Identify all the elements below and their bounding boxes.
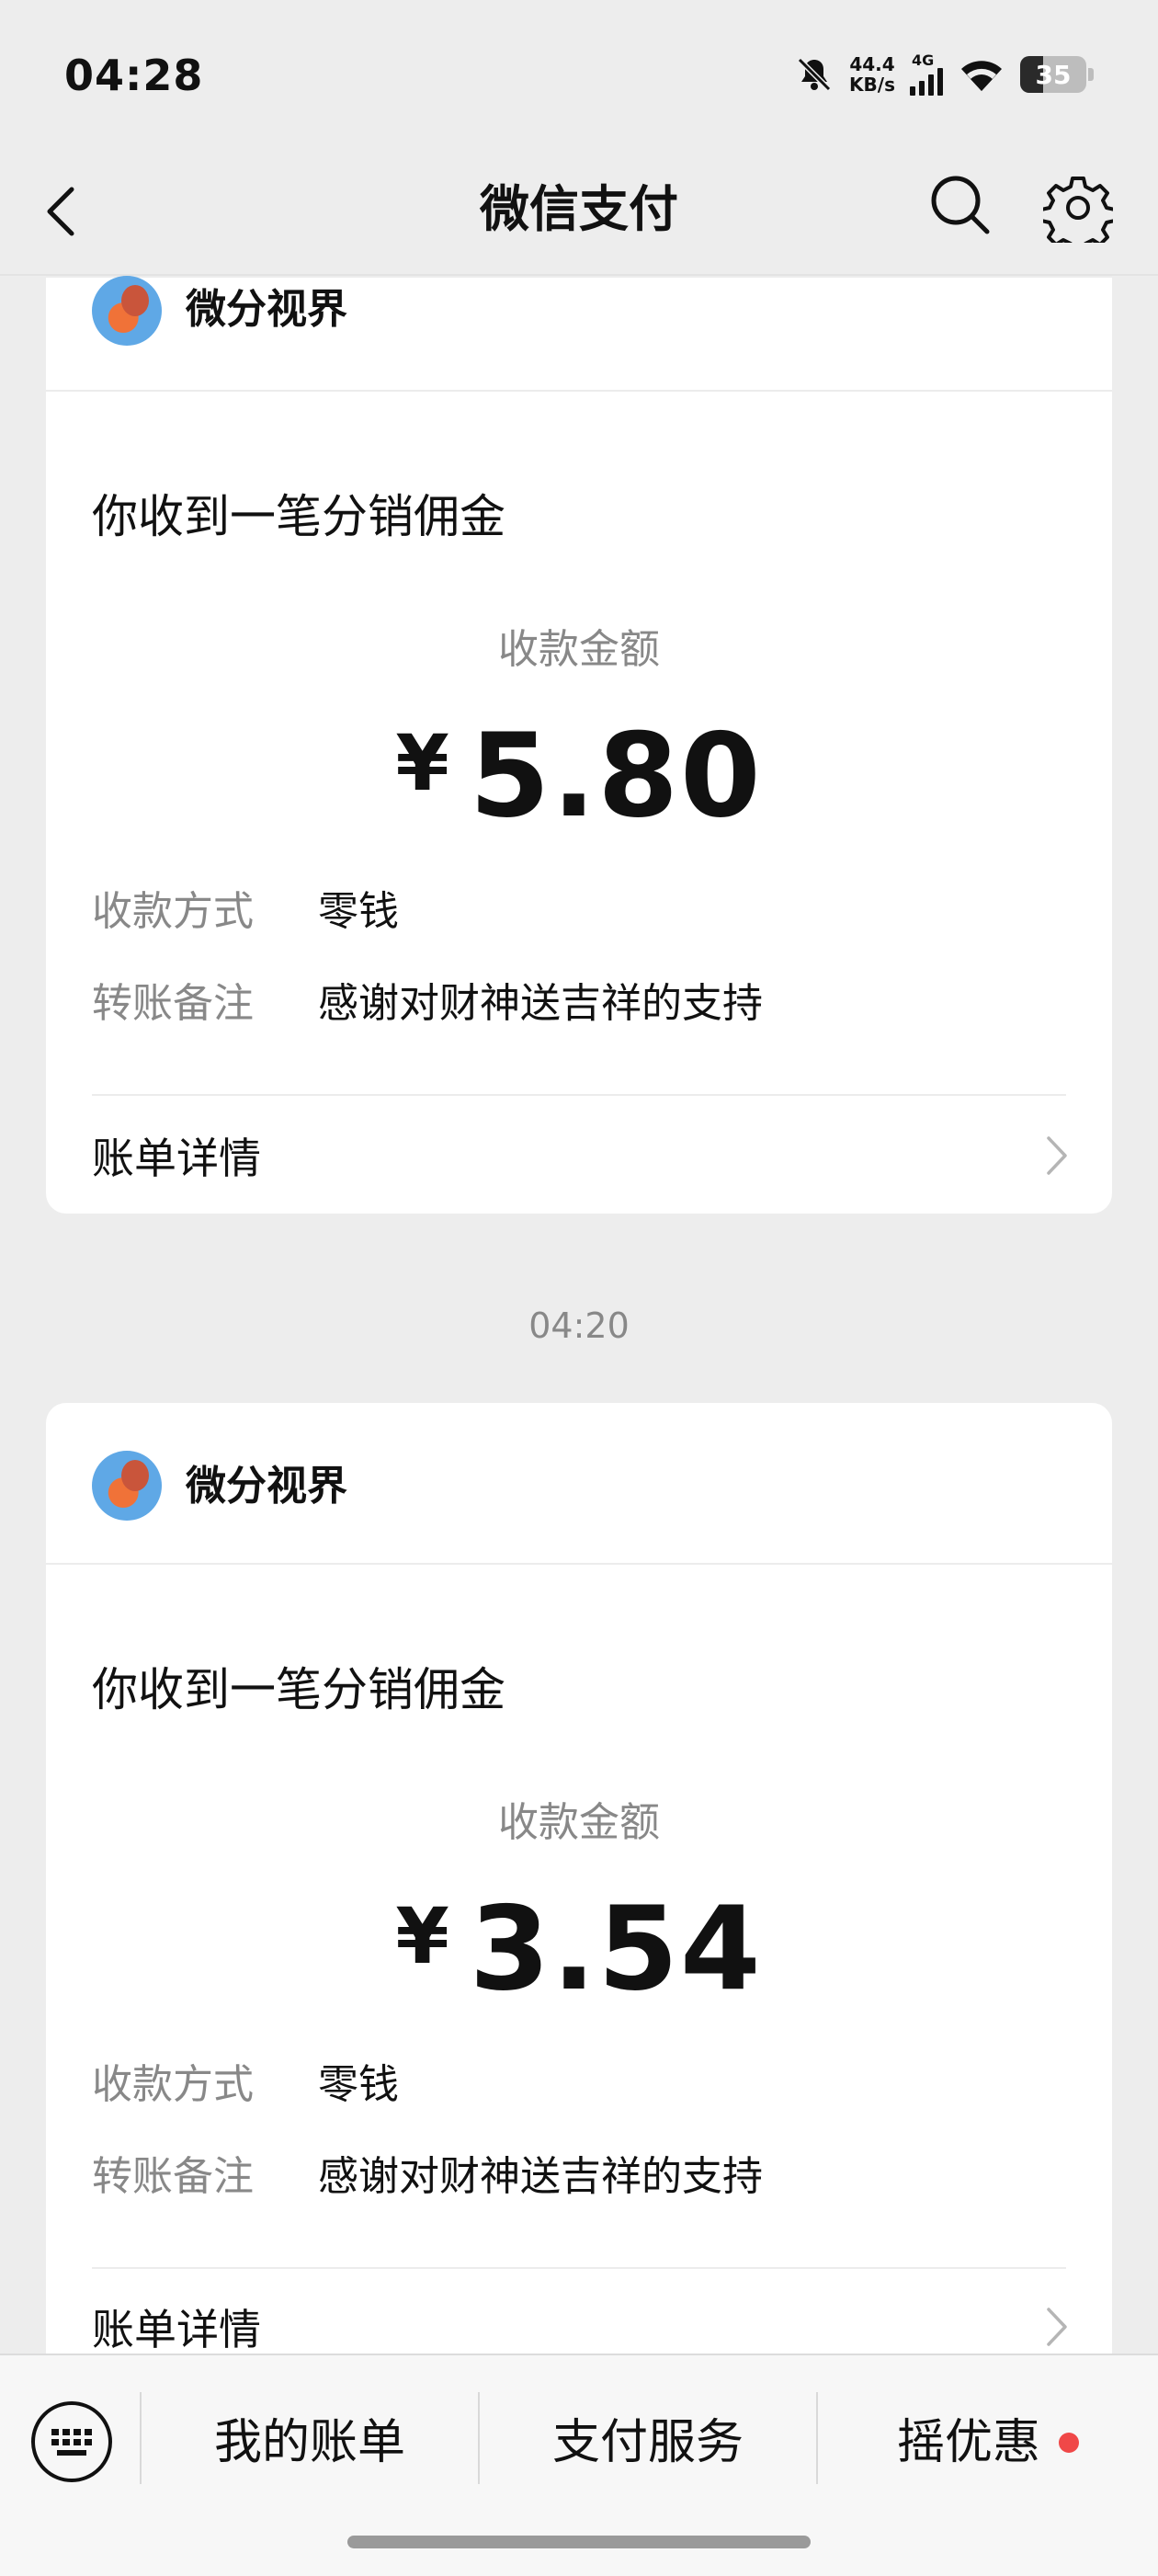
search-icon[interactable] — [928, 173, 993, 237]
transfer-note-value: 感谢对财神送吉祥的支持 — [318, 2153, 763, 2200]
transaction-card: 微分视界 你收到一笔分销佣金 收款金额 ¥3.54 收款方式 零钱 转账备注 感… — [46, 1403, 1112, 2359]
card-title: 你收到一笔分销佣金 — [92, 1663, 505, 1716]
payment-method-label: 收款方式 — [92, 888, 254, 935]
amount-value: 5.80 — [469, 708, 763, 843]
status-bar: 04:28 44.4 KB/s 4G 35 — [0, 0, 1158, 147]
message-timestamp: 04:20 — [528, 1305, 630, 1346]
battery-cap — [1088, 68, 1094, 81]
card-title: 你收到一笔分销佣金 — [92, 490, 505, 543]
menu-payment-services[interactable]: 支付服务 — [480, 2401, 816, 2484]
payment-method-label: 收款方式 — [92, 2061, 254, 2108]
bill-details-label: 账单详情 — [92, 1134, 261, 1183]
payment-method-value: 零钱 — [318, 2061, 399, 2108]
keyboard-icon[interactable] — [28, 2398, 116, 2486]
merchant-name[interactable]: 微分视界 — [186, 1454, 347, 1519]
payment-method-value: 零钱 — [318, 888, 399, 935]
card-header[interactable]: 微分视界 — [46, 1403, 1112, 1565]
amount-label: 收款金额 — [498, 1799, 660, 1846]
amount: ¥3.54 — [46, 1881, 1112, 2016]
card-header-divider — [46, 390, 1112, 392]
merchant-name[interactable]: 微分视界 — [186, 278, 347, 342]
settings-gear-icon[interactable] — [1043, 173, 1113, 243]
network-type: 4G — [912, 51, 935, 69]
card-divider — [92, 1094, 1066, 1096]
status-icons: 44.4 KB/s 4G 35 — [794, 53, 1094, 96]
network-speed: 44.4 KB/s — [849, 54, 895, 95]
amount: ¥5.80 — [46, 708, 1112, 843]
cellular-signal: 4G — [910, 53, 943, 96]
notification-badge — [1059, 2433, 1079, 2453]
card-divider — [92, 2267, 1066, 2269]
bill-details-link[interactable]: 账单详情 — [46, 1105, 1112, 1206]
bill-details-link[interactable]: 账单详情 — [46, 2276, 1112, 2359]
wifi-icon — [961, 61, 1002, 91]
chevron-right-icon — [1047, 1136, 1067, 1175]
transfer-note-label: 转账备注 — [92, 2153, 254, 2200]
amount-label: 收款金额 — [498, 626, 660, 673]
currency-symbol: ¥ — [395, 1891, 451, 1981]
menu-shake-discounts-label: 摇优惠 — [896, 2415, 1040, 2470]
amount-value: 3.54 — [469, 1881, 763, 2016]
status-time: 04:28 — [64, 51, 204, 100]
merchant-avatar[interactable] — [92, 276, 162, 346]
transaction-card: 微分视界 你收到一笔分销佣金 收款金额 ¥5.80 收款方式 零钱 转账备注 感… — [46, 276, 1112, 1214]
network-speed-unit: KB/s — [849, 74, 895, 96]
transfer-note-label: 转账备注 — [92, 980, 254, 1027]
nav-bar: 微信支付 — [0, 147, 1158, 276]
network-speed-value: 44.4 — [849, 53, 895, 75]
chevron-right-icon — [1047, 2308, 1067, 2346]
battery-icon: 35 — [1020, 56, 1086, 93]
signal-bars-icon — [910, 68, 943, 96]
transfer-note-value: 感谢对财神送吉祥的支持 — [318, 980, 763, 1027]
bill-details-label: 账单详情 — [92, 2305, 261, 2354]
menu-my-bills[interactable]: 我的账单 — [142, 2401, 478, 2484]
notification-muted-icon — [797, 57, 832, 92]
currency-symbol: ¥ — [395, 718, 451, 808]
merchant-avatar[interactable] — [92, 1451, 162, 1521]
menu-shake-discounts[interactable]: 摇优惠 — [818, 2401, 1158, 2484]
home-indicator[interactable] — [347, 2536, 811, 2548]
battery-level: 35 — [1035, 59, 1072, 90]
